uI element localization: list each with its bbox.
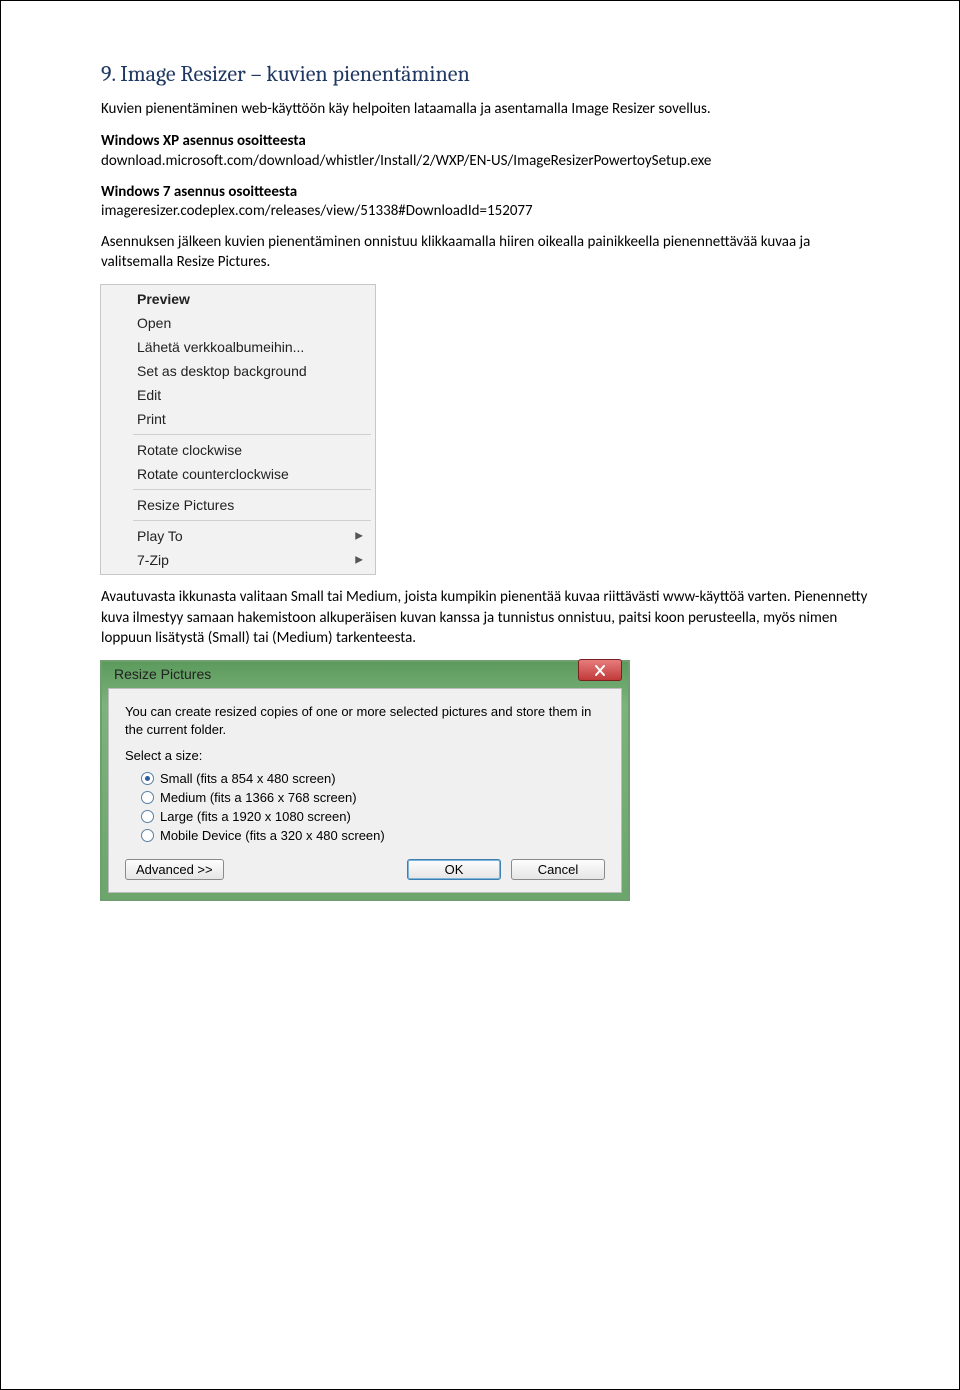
close-icon — [594, 665, 606, 676]
radio-option[interactable]: Small (fits a 854 x 480 screen) — [125, 769, 605, 788]
section-heading: 9. Image Resizer – kuvien pienentäminen — [101, 61, 869, 87]
radio-icon — [141, 772, 154, 785]
advanced-button[interactable]: Advanced >> — [125, 859, 224, 880]
menu-item[interactable]: Rotate clockwise — [103, 438, 373, 462]
post-menu-paragraph: Avautuvasta ikkunasta valitaan Small tai… — [101, 587, 869, 648]
cancel-button[interactable]: Cancel — [511, 859, 605, 880]
after-install-paragraph: Asennuksen jälkeen kuvien pienentäminen … — [101, 232, 869, 273]
menu-item[interactable]: Lähetä verkkoalbumeihin... — [103, 335, 373, 359]
radio-icon — [141, 829, 154, 842]
radio-icon — [141, 810, 154, 823]
document-page: 9. Image Resizer – kuvien pienentäminen … — [0, 0, 960, 1390]
title-bar: Resize Pictures — [108, 662, 622, 688]
radio-option[interactable]: Large (fits a 1920 x 1080 screen) — [125, 807, 605, 826]
dialog-body: You can create resized copies of one or … — [108, 688, 622, 893]
menu-item[interactable]: Rotate counterclockwise — [103, 462, 373, 486]
radio-label: Large (fits a 1920 x 1080 screen) — [160, 809, 351, 824]
menu-item[interactable]: 7-Zip▶ — [103, 548, 373, 572]
resize-dialog: Resize Pictures You can create resized c… — [100, 660, 869, 901]
menu-separator — [133, 520, 371, 521]
radio-label: Medium (fits a 1366 x 768 screen) — [160, 790, 357, 805]
chevron-right-icon: ▶ — [355, 531, 363, 542]
menu-separator — [133, 489, 371, 490]
radio-option[interactable]: Medium (fits a 1366 x 768 screen) — [125, 788, 605, 807]
ok-button[interactable]: OK — [407, 859, 501, 880]
xp-install-url: download.microsoft.com/download/whistler… — [101, 152, 869, 170]
dialog-intro: You can create resized copies of one or … — [125, 703, 605, 738]
menu-item[interactable]: Play To▶ — [103, 524, 373, 548]
radio-group: Small (fits a 854 x 480 screen) Medium (f… — [125, 769, 605, 845]
menu-item[interactable]: Edit — [103, 383, 373, 407]
chevron-right-icon: ▶ — [355, 555, 363, 566]
radio-label: Mobile Device (fits a 320 x 480 screen) — [160, 828, 385, 843]
radio-option[interactable]: Mobile Device (fits a 320 x 480 screen) — [125, 826, 605, 845]
close-button[interactable] — [578, 659, 622, 681]
menu-item[interactable]: Print — [103, 407, 373, 431]
win7-install-label: Windows 7 asennus osoitteesta — [101, 182, 869, 202]
win7-install-label-text: Windows 7 asennus osoitteesta — [101, 183, 297, 201]
intro-paragraph: Kuvien pienentäminen web-käyttöön käy he… — [101, 99, 869, 119]
menu-item[interactable]: Set as desktop background — [103, 359, 373, 383]
menu-item[interactable]: Preview — [103, 287, 373, 311]
dialog-window: Resize Pictures You can create resized c… — [100, 660, 630, 901]
xp-install-label-text: Windows XP asennus osoitteesta — [101, 132, 306, 150]
radio-label: Small (fits a 854 x 480 screen) — [160, 771, 336, 786]
select-size-label: Select a size: — [125, 748, 605, 763]
menu-separator — [133, 434, 371, 435]
dialog-title: Resize Pictures — [114, 666, 578, 682]
menu-item[interactable]: Resize Pictures — [103, 493, 373, 517]
xp-install-label: Windows XP asennus osoitteesta — [101, 131, 869, 151]
dialog-button-row: Advanced >> OK Cancel — [125, 859, 605, 880]
context-menu: PreviewOpenLähetä verkkoalbumeihin...Set… — [100, 284, 376, 575]
win7-install-url: imageresizer.codeplex.com/releases/view/… — [101, 202, 869, 220]
radio-icon — [141, 791, 154, 804]
menu-item[interactable]: Open — [103, 311, 373, 335]
